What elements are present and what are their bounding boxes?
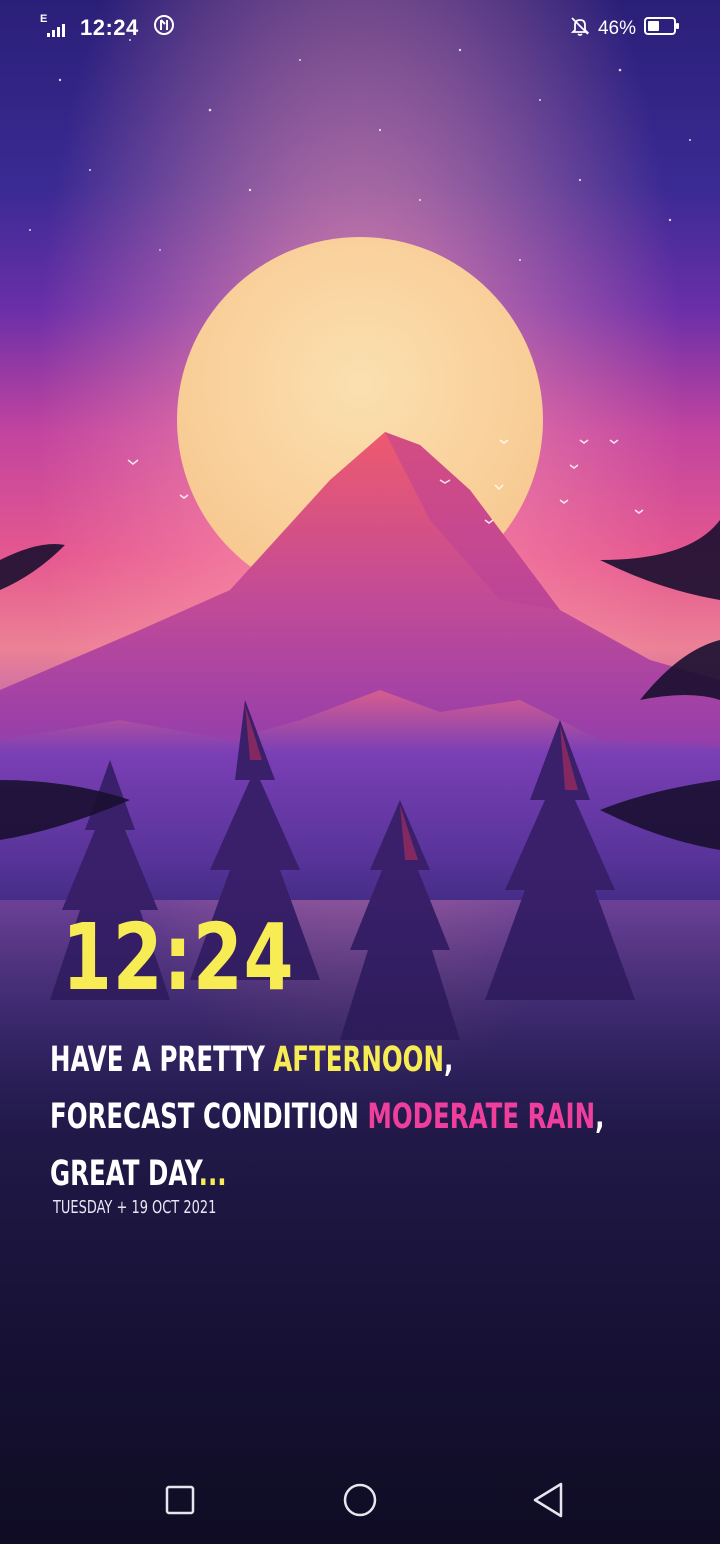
navigation-bar (0, 1460, 720, 1544)
forecast-line: FORECAST CONDITION MODERATE RAIN, (50, 1089, 604, 1146)
widget-message: HAVE A PRETTY AFTERNOON, FORECAST CONDIT… (50, 1032, 650, 1203)
status-bar-left: E 12:24 (40, 13, 175, 41)
widget-date: TUESDAY + 19 OCT 2021 (53, 1197, 217, 1218)
greeting-suffix: , (444, 1040, 454, 1080)
lock-screen: E 12:24 46% 12:24 HAVE A PRETTY AFTERNOO… (0, 0, 720, 1544)
greeting-line: HAVE A PRETTY AFTERNOON, (50, 1032, 470, 1089)
square-icon (165, 1485, 195, 1515)
recents-button[interactable] (158, 1478, 202, 1522)
closing-ellipsis: ... (198, 1154, 227, 1194)
greeting-prefix: HAVE A PRETTY (50, 1040, 274, 1080)
widget-clock: 12:24 (62, 904, 295, 1011)
triangle-back-icon (533, 1482, 563, 1518)
forecast-suffix: , (595, 1097, 605, 1137)
home-button[interactable] (338, 1478, 382, 1522)
forecast-condition: MODERATE RAIN (367, 1097, 596, 1137)
closing-prefix: GREAT DAY (50, 1154, 199, 1194)
signal-icon: E (40, 13, 72, 39)
battery-percent: 46% (597, 17, 636, 39)
status-bar: E 12:24 46% (0, 0, 720, 60)
battery-icon (644, 17, 680, 40)
wallpaper-mountain-sunset (0, 0, 720, 1544)
mute-notifications-icon (570, 16, 590, 41)
status-bar-time: 12:24 (80, 14, 139, 40)
closing-line: GREAT DAY... (50, 1146, 470, 1203)
data-saver-icon (153, 14, 175, 41)
back-button[interactable] (526, 1478, 570, 1522)
circle-icon (343, 1483, 377, 1517)
status-bar-right: 46% (570, 16, 680, 41)
greeting-highlight: AFTERNOON (273, 1040, 445, 1080)
forecast-prefix: FORECAST CONDITION (50, 1097, 368, 1137)
